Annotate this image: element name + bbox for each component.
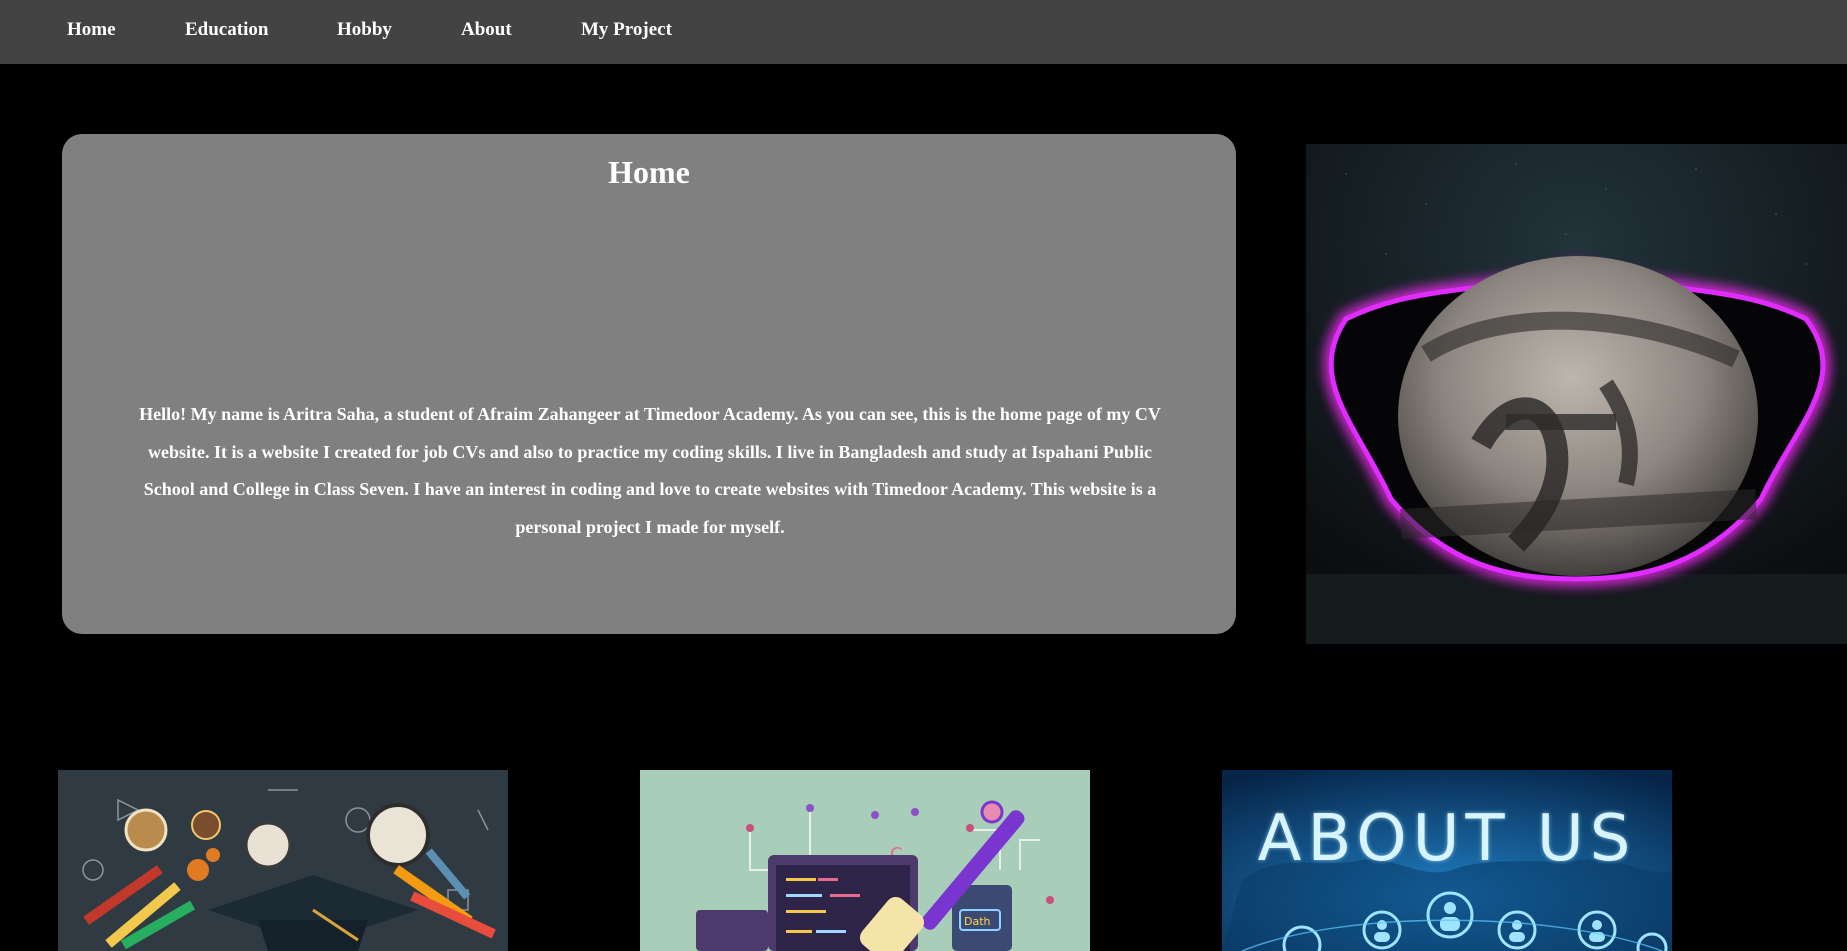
hobby-illustration: C Dath — [640, 770, 1090, 951]
education-illustration — [58, 770, 508, 951]
nav-link-education[interactable]: Education — [185, 19, 268, 41]
audio-visualizer-image — [1306, 144, 1847, 644]
page-title: Home — [608, 154, 690, 190]
nav-link-home[interactable]: Home — [67, 19, 116, 41]
about-card-image[interactable]: ABOUT US ABOUT US — [1222, 770, 1672, 951]
nav-link-hobby[interactable]: Hobby — [337, 19, 392, 41]
intro-paragraph: Hello! My name is Aritra Saha, a student… — [139, 404, 1161, 537]
hobby-card-image[interactable]: C Dath — [640, 770, 1090, 951]
nav-link-about[interactable]: About — [461, 19, 512, 41]
nav-link-my-project[interactable]: My Project — [581, 19, 672, 41]
about-image-text: ABOUT US — [1258, 802, 1637, 876]
education-card-image[interactable] — [58, 770, 508, 951]
hobby-image-text: Dath — [964, 915, 991, 928]
visualizer-graphic — [1306, 144, 1847, 644]
about-illustration: ABOUT US ABOUT US — [1222, 770, 1672, 951]
top-navbar: Home Education Hobby About My Project — [0, 0, 1847, 64]
home-panel: Home Hello! My name is Aritra Saha, a st… — [62, 134, 1236, 634]
